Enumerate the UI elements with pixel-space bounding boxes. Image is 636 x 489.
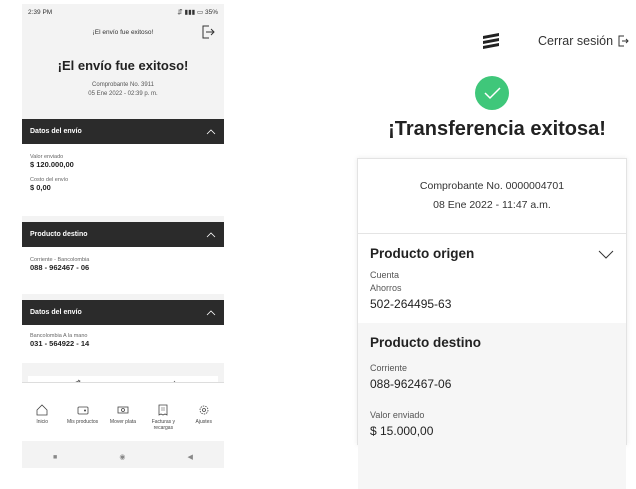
back-button[interactable]: ◀: [188, 453, 193, 461]
tab-label: Inicio: [36, 419, 49, 425]
amount-value: $ 15.000,00: [370, 424, 434, 438]
money-icon: [117, 406, 129, 414]
chevron-down-icon[interactable]: [598, 250, 614, 260]
tab-row: Inicio Mis productos Mover plata Factura…: [22, 404, 224, 431]
status-time: 2:39 PM: [28, 8, 53, 16]
field-value: 088 - 962467 - 06: [30, 263, 90, 272]
section-header-producto-destino[interactable]: Producto destino: [22, 222, 224, 247]
tab-label: Mis productos: [67, 419, 99, 425]
bank-logo-icon: [483, 33, 499, 49]
topbar-title: ¡El envío fue exitoso!: [92, 28, 154, 36]
receipt-info: Comprobante No. 0000004701 08 Ene 2022 -…: [358, 159, 626, 233]
home-button[interactable]: ◉: [119, 453, 125, 461]
tab-label: Facturas y recargas: [151, 419, 176, 431]
status-bar: 2:39 PM ⇵ ▮▮▮ ▭ 35%: [22, 4, 224, 20]
amount-label: Valor enviado: [370, 410, 425, 420]
chevron-up-icon: [206, 128, 216, 134]
receipt-number: Comprobante No. 3911: [92, 82, 154, 88]
tab-facturas[interactable]: Facturas y recargas: [144, 404, 182, 431]
receipt-card: Comprobante No. 0000004701 08 Ene 2022 -…: [357, 158, 627, 489]
destination-type: Corriente: [370, 363, 408, 373]
field-value: $ 120.000,00: [30, 160, 74, 169]
section-title: Producto destino: [30, 231, 88, 238]
origin-account-number: 502-264495-63: [370, 297, 452, 311]
bill-icon: [158, 404, 168, 416]
field-value: $ 0,00: [30, 183, 51, 192]
tab-ajustes[interactable]: Ajustes: [185, 404, 223, 431]
tab-mover-plata[interactable]: Mover plata: [104, 404, 142, 431]
account-type: Cuenta: [370, 270, 400, 280]
tab-mis-productos[interactable]: Mis productos: [64, 404, 102, 431]
page-title: ¡El envío fue exitoso!: [57, 58, 189, 73]
tab-label: Mover plata: [109, 419, 137, 425]
origin-title: Producto origen: [370, 246, 475, 261]
section-body: Valor enviado $ 120.000,00 Costo del env…: [22, 144, 224, 216]
destination-product-section: Producto destino Corriente 088-962467-06…: [358, 323, 626, 489]
receipt-info: Comprobante No. 3911 05 Ene 2022 - 02:39…: [22, 81, 224, 99]
home-icon: [36, 404, 48, 416]
receipt-date: 05 Ene 2022 - 02:39 p. m.: [88, 91, 158, 97]
section-body: Corriente - Bancolombia 088 - 962467 - 0…: [22, 247, 224, 294]
tab-label: Ajustes: [195, 419, 212, 425]
chevron-up-icon: [206, 231, 216, 237]
app-topbar: ¡El envío fue exitoso!: [22, 20, 224, 44]
mobile-app-screen: 2:39 PM ⇵ ▮▮▮ ▭ 35% ¡El envío fue exitos…: [22, 4, 224, 468]
wallet-icon: [77, 406, 88, 415]
section-header-datos-envio[interactable]: Datos del envío: [22, 119, 224, 144]
section-title: Datos del envío: [30, 128, 82, 135]
receipt-number: Comprobante No. 0000004701: [419, 180, 565, 192]
tab-inicio[interactable]: Inicio: [23, 404, 61, 431]
section-title: Datos del envío: [30, 309, 82, 316]
exit-icon[interactable]: [200, 24, 216, 40]
receipt-date: 08 Ene 2022 - 11:47 a.m.: [433, 199, 551, 211]
status-icons: ⇵ ▮▮▮ ▭ 35%: [177, 9, 218, 16]
destination-title: Producto destino: [370, 335, 481, 350]
gear-icon: [199, 405, 209, 415]
chevron-up-icon: [206, 309, 216, 315]
field-value: 031 - 564922 - 14: [30, 339, 90, 348]
exit-icon: [618, 35, 629, 47]
android-nav-bar: ■ ◉ ◀: [22, 450, 224, 464]
recent-apps-button[interactable]: ■: [53, 454, 57, 461]
destination-account-number: 088-962467-06: [370, 377, 452, 391]
success-check-icon: [475, 76, 509, 110]
section-header-datos-envio-2[interactable]: Datos del envío: [22, 300, 224, 325]
page-title: ¡Transferencia exitosa!: [388, 118, 606, 140]
logout-button[interactable]: Cerrar sesión: [538, 34, 629, 48]
origin-product-section[interactable]: Producto origen Cuenta Ahorros 502-26449…: [358, 234, 626, 323]
logout-label: Cerrar sesión: [538, 34, 614, 48]
account-subtype: Ahorros: [370, 283, 402, 293]
section-body: Bancolombia A la mano 031 - 564922 - 14: [22, 325, 224, 363]
